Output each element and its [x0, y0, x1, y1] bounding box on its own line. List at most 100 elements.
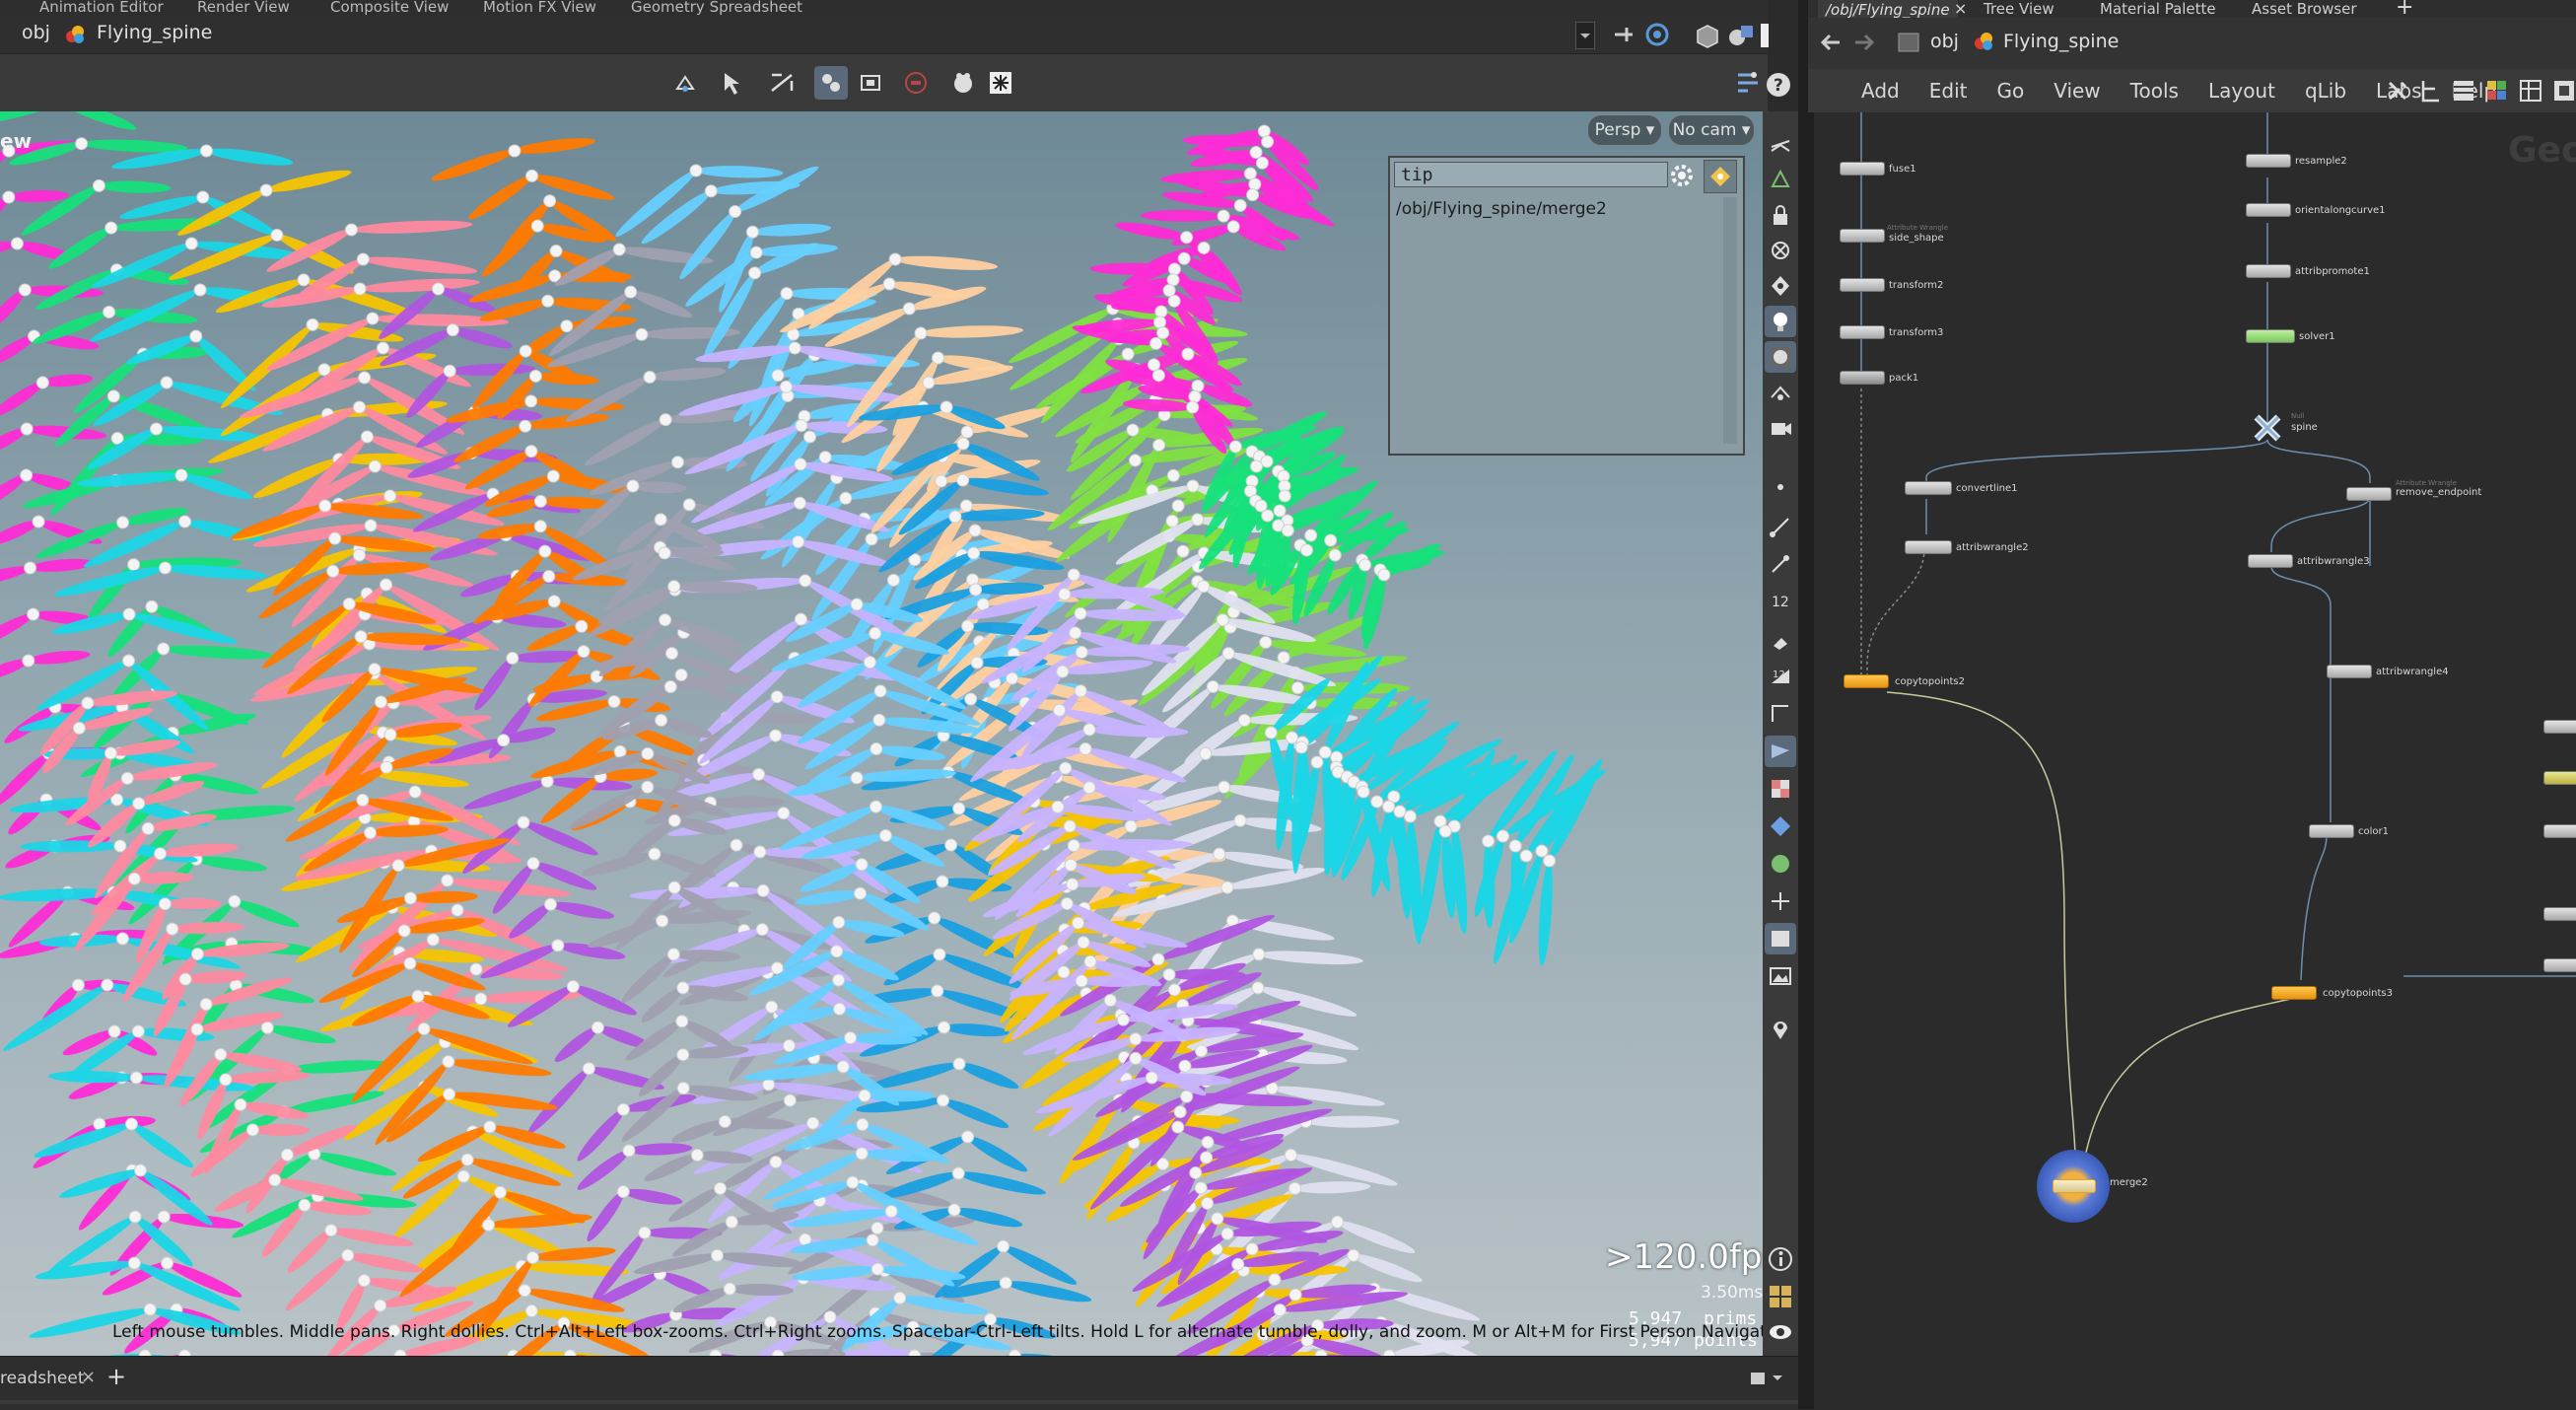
offscreen-node-2[interactable] [2543, 771, 2576, 785]
tab-render-view[interactable]: Render View [197, 0, 290, 16]
network-path-object[interactable]: Flying_spine [2003, 31, 2119, 52]
viewport[interactable]: ew Persp ▾ No cam ▾ /obj/Flying_spine/me… [0, 111, 1763, 1356]
grid-display-icon[interactable] [856, 68, 885, 98]
search-input[interactable] [1394, 162, 1668, 187]
color-palette-icon[interactable] [2484, 77, 2510, 108]
display-options-icon[interactable] [1733, 68, 1763, 98]
camera-view-icon[interactable] [1765, 377, 1796, 408]
network-canvas[interactable]: Geo fuse1 Attribute Wrangle side_shape t… [1808, 112, 2576, 1409]
search-scrollbar[interactable] [1723, 197, 1737, 444]
bottom-tab-close-icon[interactable]: × [81, 1367, 96, 1387]
wrench-icon[interactable] [2384, 77, 2411, 108]
edge-tool-icon[interactable] [1765, 698, 1796, 730]
menu-edit[interactable]: Edit [1929, 79, 1968, 103]
tab-animation-editor[interactable]: Animation Editor [39, 0, 164, 16]
tab-composite-view[interactable]: Composite View [330, 0, 449, 16]
menu-add[interactable]: Add [1861, 79, 1900, 103]
pin-icon[interactable] [1611, 22, 1636, 51]
wireframe-icon[interactable] [1765, 736, 1796, 767]
search-result-item[interactable]: /obj/Flying_spine/merge2 [1396, 199, 1607, 219]
prim-numbers-icon[interactable]: 12 [1765, 661, 1796, 692]
camera-lock-icon[interactable] [1765, 412, 1796, 444]
offscreen-node-5[interactable] [2543, 958, 2576, 972]
node-pack1[interactable] [1840, 371, 1885, 385]
checker-icon[interactable] [1765, 773, 1796, 805]
node-attribwrangle2[interactable] [1905, 540, 1952, 554]
crosshair-icon[interactable] [1765, 235, 1796, 266]
node-attribwrangle4[interactable] [2327, 665, 2372, 678]
tree-layout-icon[interactable] [2417, 77, 2443, 108]
view-tool-icon[interactable] [670, 68, 700, 98]
camera-menu-button[interactable]: No cam ▾ [1668, 114, 1755, 146]
menu-view[interactable]: View [2054, 79, 2100, 103]
menu-qlib[interactable]: qLib [2305, 79, 2346, 103]
snapping-icon[interactable] [814, 66, 848, 100]
node-attribwrangle3[interactable] [2248, 554, 2293, 568]
pane-divider[interactable] [1798, 0, 1808, 1409]
ghost-icon[interactable] [948, 68, 978, 98]
node-fuse1[interactable] [1840, 162, 1885, 176]
tab-geometry-spreadsheet-bottom[interactable]: readsheet [0, 1369, 85, 1388]
menu-layout[interactable]: Layout [2208, 79, 2275, 103]
record-disabled-icon[interactable] [901, 68, 931, 98]
node-transform3[interactable] [1840, 325, 1885, 339]
bottom-pane-menu-icon[interactable] [1751, 1369, 1786, 1388]
node-color1[interactable] [2309, 824, 2354, 838]
node-copytopoints2[interactable] [1844, 674, 1889, 688]
path-root[interactable]: obj [22, 22, 50, 43]
lock-icon[interactable] [1765, 199, 1796, 231]
path-object[interactable]: Flying_spine [97, 22, 212, 43]
node-transform2[interactable] [1840, 278, 1885, 292]
tab-close-icon[interactable]: × [1954, 0, 1967, 18]
back-arrow-icon[interactable] [1818, 30, 1844, 59]
select-tool-icon[interactable] [718, 68, 747, 98]
quad-view-icon[interactable] [1765, 1281, 1796, 1312]
link-icon[interactable] [1644, 22, 1670, 51]
curve-tool-icon[interactable] [1765, 548, 1796, 580]
search-pin-icon[interactable] [1704, 160, 1737, 193]
forward-arrow-icon[interactable] [1851, 30, 1877, 59]
node-copytopoints3[interactable] [2271, 986, 2317, 1000]
image-icon[interactable] [1765, 960, 1796, 992]
transform-tool-icon[interactable] [767, 68, 797, 98]
geometry-cube-icon[interactable] [1694, 22, 1721, 53]
brush-icon[interactable] [1765, 623, 1796, 655]
persp-menu-button[interactable]: Persp ▾ [1587, 114, 1662, 146]
eye-icon[interactable] [1765, 1316, 1796, 1348]
point-icon[interactable] [1765, 471, 1796, 503]
search-settings-icon[interactable] [1668, 162, 1696, 189]
tab-network-editor[interactable]: /obj/Flying_spine [1818, 0, 1958, 19]
tab-asset-browser[interactable]: Asset Browser [2252, 0, 2357, 18]
light-icon[interactable] [1765, 270, 1796, 302]
line-tool-icon[interactable] [1765, 511, 1796, 542]
grid-view-icon[interactable] [2518, 77, 2543, 108]
network-options-icon[interactable] [2551, 77, 2576, 108]
offscreen-node-4[interactable] [2543, 907, 2576, 921]
menu-go[interactable]: Go [1996, 79, 2024, 103]
path-dropdown[interactable] [1575, 22, 1595, 49]
settings-snowflake-icon[interactable] [986, 68, 1015, 98]
list-view-icon[interactable] [2451, 77, 2476, 108]
tab-motion-fx-view[interactable]: Motion FX View [483, 0, 596, 16]
display-square-icon[interactable] [1761, 22, 1769, 53]
offscreen-node-3[interactable] [2543, 824, 2576, 838]
tab-add-icon[interactable]: + [2396, 0, 2413, 20]
tab-geometry-spreadsheet[interactable]: Geometry Spreadsheet [631, 0, 802, 16]
location-pin-icon[interactable] [1765, 1014, 1796, 1045]
menu-tools[interactable]: Tools [2130, 79, 2179, 103]
node-side-shape[interactable] [1840, 229, 1885, 243]
bulb-icon[interactable] [1765, 306, 1796, 337]
point-numbers-icon[interactable]: 12 [1765, 586, 1796, 617]
snap-points-icon[interactable] [1765, 164, 1796, 195]
node-orientalongcurve1[interactable] [2246, 203, 2291, 217]
node-spine[interactable] [2254, 414, 2281, 442]
tab-material-palette[interactable]: Material Palette [2100, 0, 2216, 18]
tab-tree-view[interactable]: Tree View [1984, 0, 2054, 18]
geo-icon[interactable] [1765, 848, 1796, 880]
offscreen-node-1[interactable] [2543, 720, 2576, 734]
node-convertline1[interactable] [1905, 481, 1952, 495]
node-resample2[interactable] [2246, 154, 2291, 168]
network-path-root[interactable]: obj [1930, 31, 1959, 52]
node-solver1[interactable] [2246, 329, 2295, 343]
handle-icon[interactable] [1765, 885, 1796, 917]
